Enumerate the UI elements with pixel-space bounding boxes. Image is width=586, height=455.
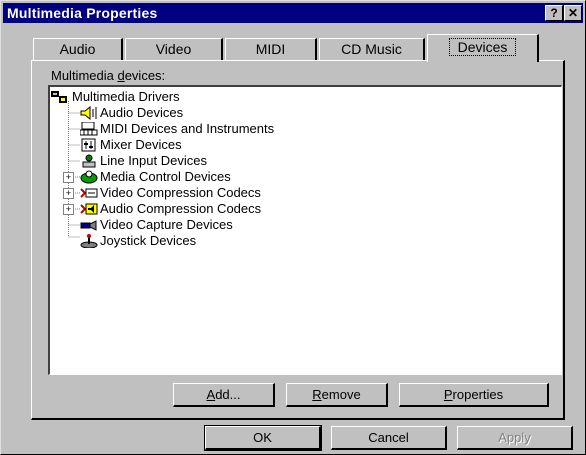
- tree-item-label: Video Compression Codecs: [100, 185, 261, 200]
- tab-label: MIDI: [255, 41, 286, 57]
- line-input-icon: [80, 154, 98, 168]
- tab-label: Devices: [448, 38, 517, 56]
- remove-button[interactable]: Remove: [286, 383, 388, 407]
- tab-label: CD Music: [341, 41, 402, 57]
- tab-midi[interactable]: MIDI: [225, 38, 317, 60]
- tab-label: Video: [155, 41, 192, 57]
- tab-devices[interactable]: Devices: [427, 34, 539, 62]
- speaker-icon: [80, 105, 98, 121]
- title-bar[interactable]: Multimedia Properties ? ✕: [3, 3, 583, 23]
- close-icon: ✕: [567, 6, 579, 20]
- tree-root-label: Multimedia Drivers: [72, 89, 180, 104]
- tree-item-label: Line Input Devices: [100, 153, 207, 168]
- midi-keyboard-icon: [79, 121, 98, 136]
- mixer-icon: [80, 138, 98, 152]
- tab-cd-music[interactable]: CD Music: [319, 38, 425, 60]
- close-button[interactable]: ✕: [564, 5, 582, 21]
- device-tree[interactable]: Multimedia Drivers Audio Devices MIDI De…: [48, 85, 562, 375]
- ok-button[interactable]: OK: [204, 425, 322, 451]
- tree-item-label: Joystick Devices: [100, 233, 197, 248]
- add-button[interactable]: Add...: [173, 383, 275, 407]
- tree-item-label: Audio Devices: [100, 105, 184, 120]
- expand-plus-icon[interactable]: +: [63, 204, 74, 215]
- tab-video[interactable]: Video: [125, 38, 223, 60]
- tree-item-label: Video Capture Devices: [100, 217, 233, 232]
- properties-button[interactable]: Properties: [399, 383, 549, 407]
- tab-label: Audio: [59, 41, 96, 57]
- tree-item-label: MIDI Devices and Instruments: [100, 121, 275, 136]
- tree-item-label: Media Control Devices: [100, 169, 231, 184]
- expand-plus-icon[interactable]: +: [63, 172, 74, 183]
- help-button[interactable]: ?: [545, 5, 563, 21]
- expand-plus-icon[interactable]: +: [63, 188, 74, 199]
- multimedia-devices-label: Multimedia devices:: [51, 68, 166, 83]
- audio-codec-icon: [80, 202, 98, 216]
- tree-item-label: Mixer Devices: [100, 137, 182, 152]
- apply-button[interactable]: Apply: [457, 426, 573, 450]
- tree-item-label: Audio Compression Codecs: [100, 201, 262, 216]
- multimedia-drivers-icon: [50, 90, 68, 104]
- tab-audio[interactable]: Audio: [33, 38, 123, 60]
- multimedia-properties-dialog: Multimedia Properties ? ✕ Audio Video MI…: [0, 0, 586, 455]
- video-codec-icon: [80, 186, 98, 200]
- cancel-button[interactable]: Cancel: [331, 426, 447, 450]
- joystick-icon: [80, 234, 98, 249]
- window-title: Multimedia Properties: [7, 5, 158, 21]
- video-capture-icon: [80, 218, 98, 232]
- media-control-icon: [80, 170, 98, 184]
